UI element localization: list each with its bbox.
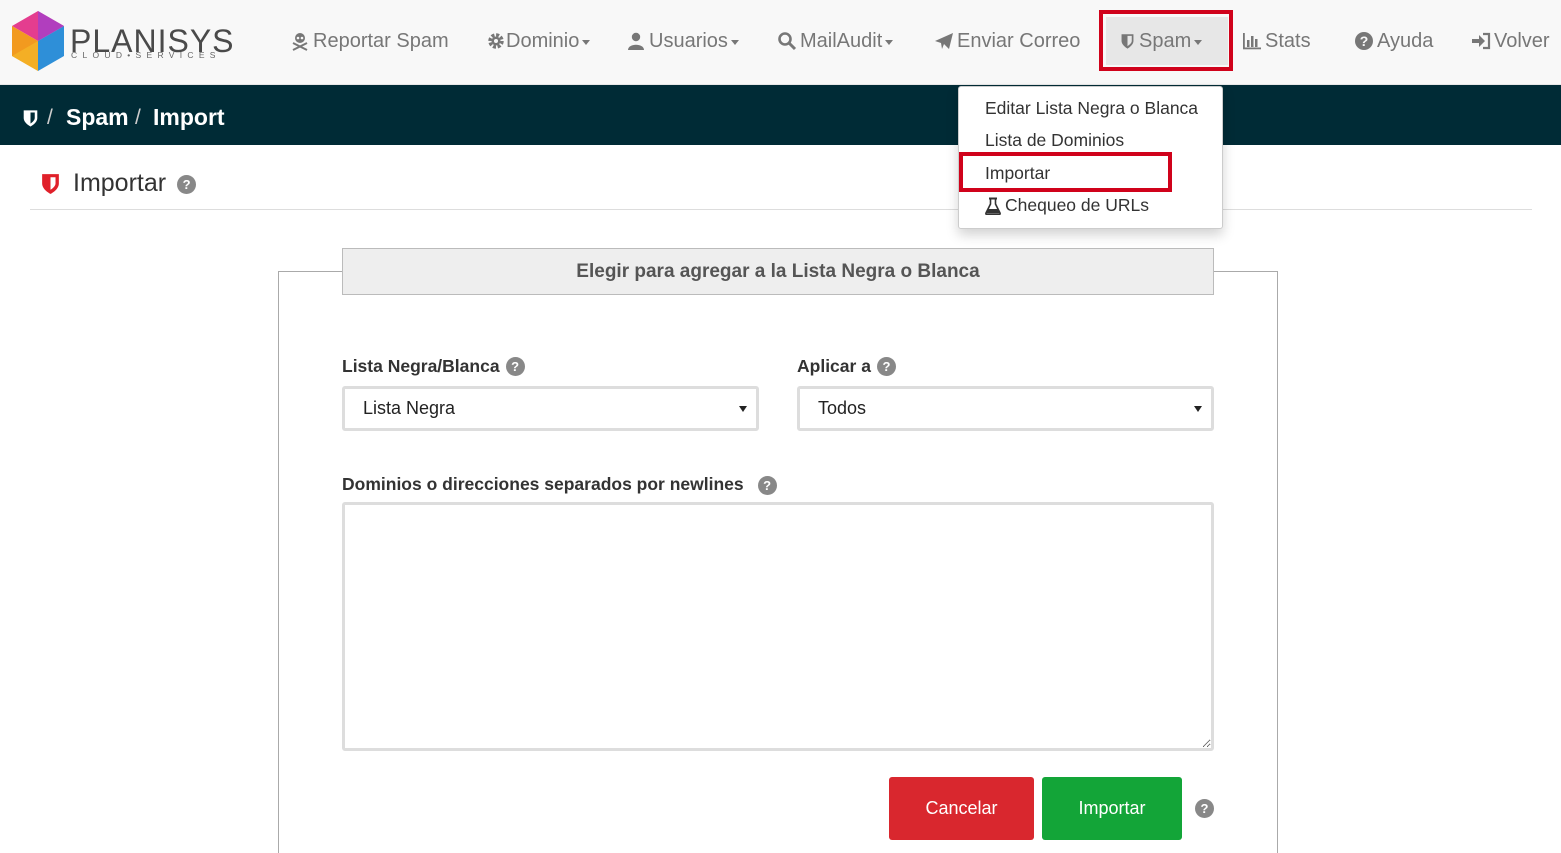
select-value: Todos	[818, 398, 867, 418]
skull-crossbones-icon	[292, 33, 308, 51]
help-icon[interactable]: ?	[177, 175, 197, 194]
menu-item-label: Importar	[985, 163, 1051, 183]
nav-label: Stats	[1265, 29, 1311, 52]
page-title: Importar ?	[73, 169, 197, 198]
help-icon[interactable]: ?	[1195, 799, 1214, 818]
label-text: Aplicar a	[797, 356, 871, 376]
title-divider	[30, 209, 1532, 210]
shield-icon	[1121, 34, 1134, 49]
shield-icon[interactable]	[22, 108, 39, 128]
chevron-down-icon	[730, 39, 739, 45]
logo-tagline: CLOUD•SERVICES	[71, 50, 221, 60]
breadcrumb-bar	[0, 85, 1561, 145]
nav-stats[interactable]: Stats	[1242, 27, 1311, 55]
select-value: Lista Negra	[363, 398, 456, 418]
nav-ayuda[interactable]: ? Ayuda	[1354, 27, 1433, 55]
menu-item-importar[interactable]: Importar	[985, 163, 1050, 184]
nav-label: Volver	[1494, 29, 1550, 52]
chevron-down-icon	[885, 39, 894, 45]
nav-label: Reportar Spam	[313, 29, 449, 52]
nav-reportar-spam[interactable]: Reportar Spam	[290, 27, 449, 55]
dropdown-arrow-icon	[1194, 406, 1202, 412]
gear-icon	[488, 33, 504, 49]
shield-icon	[42, 174, 59, 194]
breadcrumb-import: Import	[153, 104, 225, 130]
domains-label: Dominios o direcciones separados por new…	[342, 473, 777, 495]
flask-icon	[985, 197, 1001, 215]
menu-item-chequeo-urls[interactable]: Chequeo de URLs	[985, 195, 1149, 216]
label-text: Lista Negra/Blanca	[342, 356, 500, 376]
breadcrumb-spam[interactable]: Spam	[66, 104, 129, 131]
nav-volver[interactable]: Volver	[1471, 27, 1550, 55]
chevron-down-icon	[1194, 39, 1203, 45]
nav-dominio[interactable]: Dominio	[486, 27, 591, 55]
nav-usuarios[interactable]: Usuarios	[626, 27, 739, 55]
breadcrumb-separator: /	[47, 106, 53, 129]
nav-label: MailAudit	[800, 29, 883, 52]
nav-mailaudit[interactable]: MailAudit	[777, 27, 894, 55]
help-icon[interactable]: ?	[757, 476, 777, 495]
planisys-logo[interactable]: PLANISYS CLOUD•SERVICES	[10, 9, 234, 73]
list-type-select[interactable]: Lista Negra	[342, 386, 759, 431]
apply-to-label: Aplicar a ?	[797, 356, 896, 377]
menu-item-label: Lista de Dominios	[985, 130, 1125, 150]
sign-in-icon	[1472, 32, 1491, 50]
bar-chart-icon	[1243, 33, 1261, 50]
domains-textarea[interactable]	[342, 502, 1214, 751]
breadcrumb-separator: /	[135, 106, 141, 129]
menu-item-lista-dominios[interactable]: Lista de Dominios	[985, 130, 1124, 151]
svg-text:?: ?	[1360, 33, 1369, 49]
nav-label: Ayuda	[1377, 29, 1434, 52]
import-button[interactable]: Importar	[1042, 777, 1182, 840]
nav-label: Usuarios	[649, 29, 728, 52]
chevron-down-icon	[582, 39, 591, 45]
panel-heading: Elegir para agregar a la Lista Negra o B…	[342, 248, 1214, 295]
question-circle-icon: ?	[1355, 32, 1373, 50]
help-icon[interactable]: ?	[505, 357, 525, 376]
label-text: Dominios o direcciones separados por new…	[342, 473, 744, 494]
menu-item-editar-lista[interactable]: Editar Lista Negra o Blanca	[985, 98, 1198, 119]
apply-to-select[interactable]: Todos	[797, 386, 1214, 431]
list-type-label: Lista Negra/Blanca ?	[342, 356, 525, 377]
help-icon[interactable]: ?	[876, 357, 896, 376]
nav-enviar-correo[interactable]: Enviar Correo	[934, 27, 1080, 55]
logo-cube-icon	[12, 11, 64, 71]
search-icon	[778, 32, 797, 51]
user-icon	[628, 32, 644, 50]
spam-dropdown-menu: Editar Lista Negra o Blanca Lista de Dom…	[958, 86, 1223, 229]
menu-item-label: Chequeo de URLs	[1005, 195, 1149, 215]
top-navbar: PLANISYS CLOUD•SERVICES Reportar Spam Do…	[0, 0, 1561, 85]
paper-plane-icon	[935, 33, 953, 49]
nav-label: Spam	[1139, 29, 1192, 52]
nav-spam[interactable]: Spam	[1119, 27, 1203, 55]
cancel-button[interactable]: Cancelar	[889, 777, 1034, 840]
menu-item-label: Editar Lista Negra o Blanca	[985, 98, 1199, 118]
nav-label: Dominio	[506, 29, 580, 52]
page-title-text: Importar	[73, 169, 167, 197]
dropdown-arrow-icon	[739, 406, 747, 412]
nav-label: Enviar Correo	[957, 29, 1081, 52]
